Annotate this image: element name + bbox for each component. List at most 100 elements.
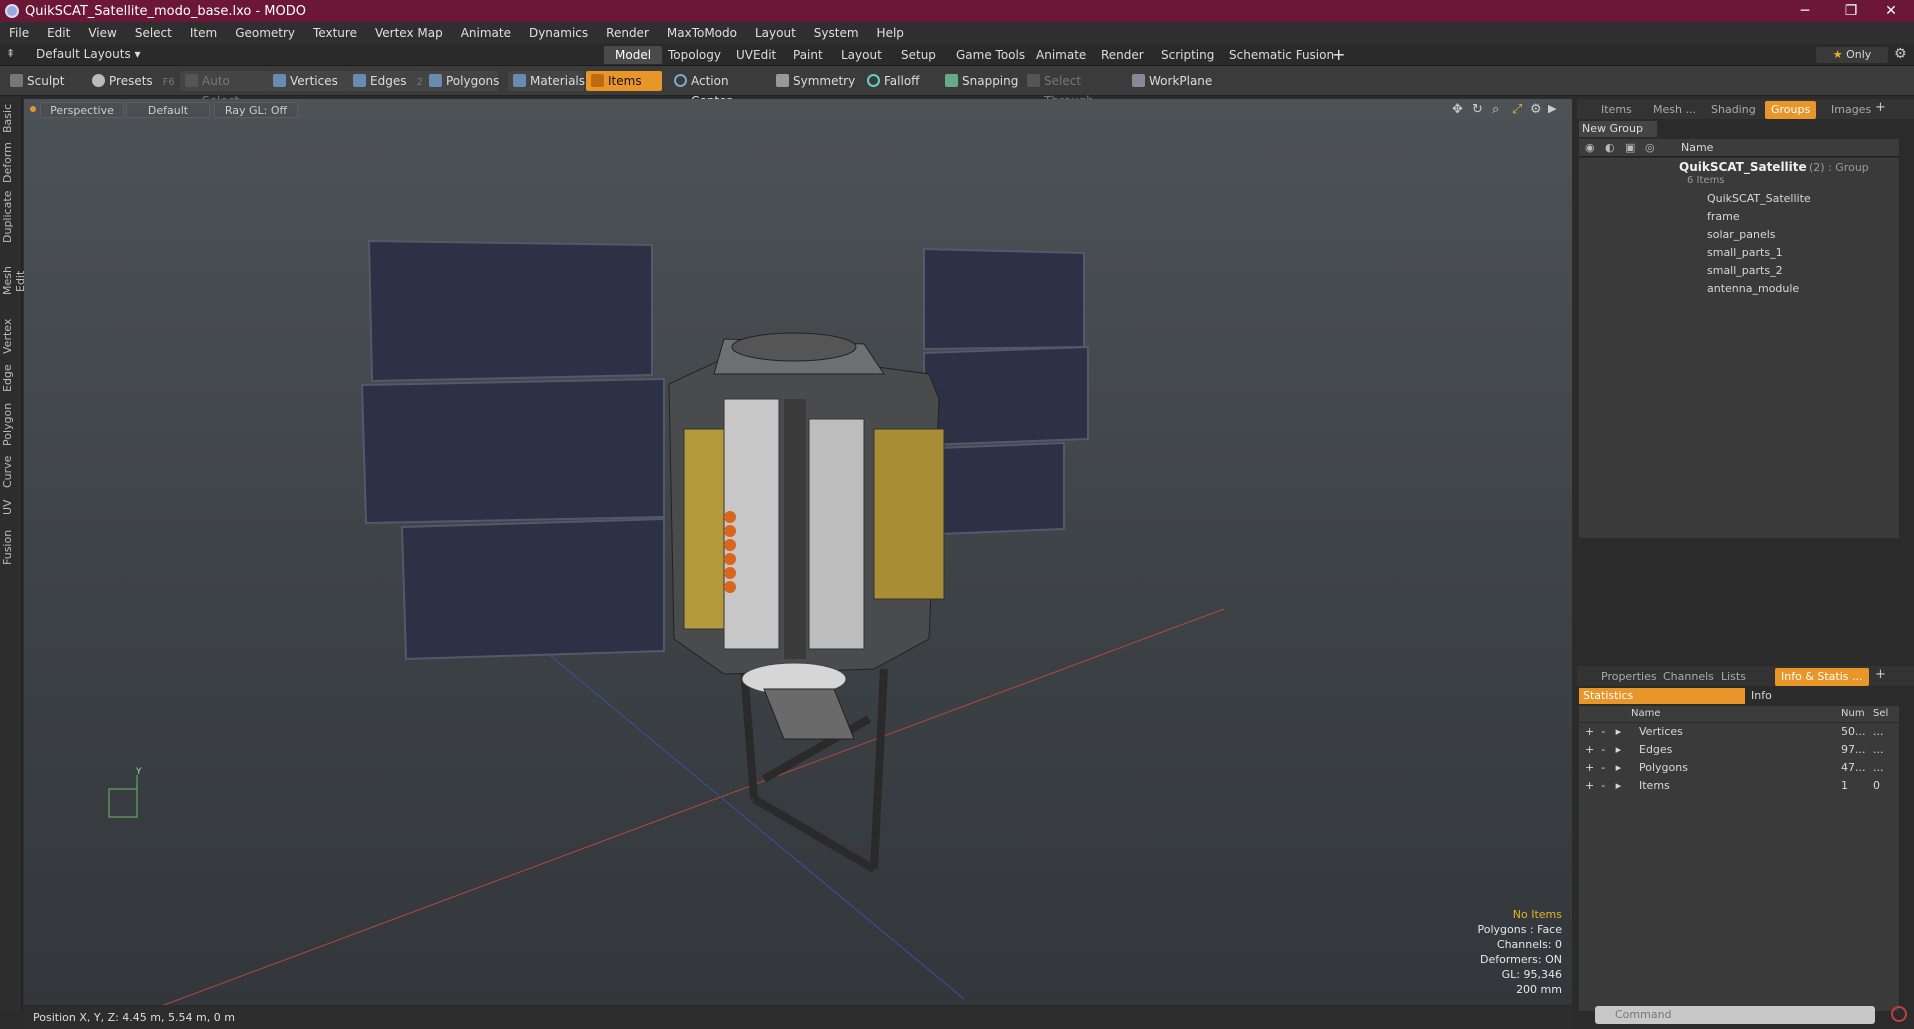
auto-select-button[interactable]: Auto Select — [180, 71, 268, 108]
workplane-button[interactable]: WorkPlane — [1127, 71, 1212, 91]
menu-view[interactable]: View — [79, 26, 125, 40]
eye-icon[interactable]: ◉ — [1585, 141, 1595, 154]
tab-items[interactable]: Items — [1595, 101, 1638, 119]
add-tab-icon[interactable]: + — [1875, 667, 1886, 682]
sculpt-button[interactable]: Sculpt — [5, 71, 87, 91]
groups-header: ◉ ◐ ▣ ◎ Name — [1579, 139, 1899, 157]
menu-geometry[interactable]: Geometry — [226, 26, 304, 40]
menu-edit[interactable]: Edit — [38, 26, 79, 40]
tab-mesh[interactable]: Mesh ... — [1647, 101, 1702, 119]
tab-render[interactable]: Render — [1090, 46, 1155, 64]
only-toggle[interactable]: ★ Only — [1816, 47, 1888, 63]
menu-file[interactable]: File — [0, 26, 38, 40]
table-row[interactable]: + - ▸ Items 1 0 — [1579, 777, 1899, 795]
tab-info-statistics[interactable]: Info & Statis ... — [1775, 668, 1869, 686]
materials-icon — [513, 74, 526, 87]
group-name[interactable]: QuikSCAT_Satellite — [1679, 160, 1807, 174]
tab-scripting[interactable]: Scripting — [1150, 46, 1225, 64]
tab-basic[interactable]: Basic — [1, 103, 21, 133]
menu-help[interactable]: Help — [868, 26, 913, 40]
right-panel: Items Mesh ... Shading Groups Images + N… — [1577, 99, 1914, 1029]
tree-item[interactable]: small_parts_1 — [1579, 244, 1899, 262]
tree-item[interactable]: small_parts_2 — [1579, 262, 1899, 280]
stats-num-header: Num — [1841, 708, 1865, 719]
tab-paint[interactable]: Paint — [782, 46, 834, 64]
tab-setup[interactable]: Setup — [890, 46, 947, 64]
tab-curve[interactable]: Curve — [1, 455, 21, 489]
select-through-icon — [1027, 74, 1040, 87]
polygons-button[interactable]: Polygons — [424, 71, 499, 91]
layout-expand-icon[interactable]: ⇞ — [6, 47, 15, 60]
table-row[interactable]: + - ▸ Polygons 47...... — [1579, 759, 1899, 777]
layout-selector[interactable]: Default Layouts ▾ — [36, 47, 141, 61]
group-type: (2) : Group — [1809, 161, 1869, 174]
menu-vertex-map[interactable]: Vertex Map — [366, 26, 452, 40]
menu-layout[interactable]: Layout — [746, 26, 805, 40]
action-center-button[interactable]: Action Center — [669, 71, 761, 108]
presets-button[interactable]: Presets F6 — [87, 71, 175, 91]
menu-dynamics[interactable]: Dynamics — [520, 26, 597, 40]
tree-item[interactable]: antenna_module — [1579, 280, 1899, 298]
symmetry-icon — [776, 74, 789, 87]
select-through-button[interactable]: Select Through — [1022, 71, 1124, 108]
close-button[interactable]: ✕ — [1868, 0, 1914, 22]
snapping-button[interactable]: Snapping — [940, 71, 1024, 91]
menu-maxtomodo[interactable]: MaxToModo — [658, 26, 746, 40]
edges-button[interactable]: Edges 2 — [348, 71, 424, 91]
tab-properties[interactable]: Properties — [1595, 668, 1663, 686]
tree-item[interactable]: QuikSCAT_Satellite — [1579, 190, 1899, 208]
materials-button[interactable]: Materials — [508, 71, 585, 91]
table-row[interactable]: + - ▸ Edges 97...... — [1579, 741, 1899, 759]
title-bar: QuikSCAT_Satellite_modo_base.lxo - MODO … — [0, 0, 1914, 22]
select-icon[interactable]: ◎ — [1645, 141, 1655, 154]
new-group-button[interactable]: New Group — [1579, 121, 1657, 137]
tab-polygon[interactable]: Polygon — [1, 401, 21, 447]
items-button[interactable]: Items — [586, 71, 662, 91]
tab-edge[interactable]: Edge — [1, 363, 21, 393]
tree-item[interactable]: frame — [1579, 208, 1899, 226]
tab-model[interactable]: Model — [604, 46, 663, 64]
falloff-button[interactable]: Falloff — [862, 71, 936, 91]
render-icon[interactable]: ◐ — [1605, 141, 1615, 154]
menu-system[interactable]: System — [805, 26, 868, 40]
tab-groups[interactable]: Groups — [1765, 101, 1817, 119]
record-icon[interactable] — [1891, 1006, 1907, 1022]
tab-duplicate[interactable]: Duplicate — [1, 191, 21, 243]
menu-select[interactable]: Select — [126, 26, 181, 40]
info-subtab[interactable]: Info — [1747, 688, 1897, 704]
table-row[interactable]: + - ▸ Vertices 50...... — [1579, 723, 1899, 741]
tab-game-tools[interactable]: Game Tools — [945, 46, 1036, 64]
tab-channels[interactable]: Channels — [1657, 668, 1720, 686]
gear-icon[interactable]: ⚙ — [1894, 46, 1907, 62]
menu-item[interactable]: Item — [181, 26, 226, 40]
3d-viewport[interactable]: Perspective Default Ray GL: Off ✥ ↻ ⌕ ⤢ … — [24, 99, 1572, 1005]
tab-vertex[interactable]: Vertex — [1, 317, 21, 355]
tree-item[interactable]: solar_panels — [1579, 226, 1899, 244]
tab-layout[interactable]: Layout — [830, 46, 893, 64]
minimize-button[interactable]: ─ — [1782, 0, 1828, 22]
tab-mesh-edit[interactable]: Mesh Edit — [1, 255, 27, 307]
command-input[interactable]: Command — [1595, 1006, 1875, 1024]
menu-animate[interactable]: Animate — [452, 26, 520, 40]
tab-animate[interactable]: Animate — [1025, 46, 1097, 64]
tab-topology[interactable]: Topology — [657, 46, 732, 64]
add-tab-icon[interactable]: + — [1875, 100, 1886, 115]
statistics-subtab[interactable]: Statistics — [1579, 688, 1745, 704]
tab-uvedit[interactable]: UVEdit — [725, 46, 787, 64]
tab-schematic-fusion[interactable]: Schematic Fusion — [1218, 46, 1345, 64]
tab-deform[interactable]: Deform — [1, 142, 21, 183]
tab-images[interactable]: Images — [1825, 101, 1877, 119]
tab-fusion[interactable]: Fusion — [1, 527, 21, 567]
menu-texture[interactable]: Texture — [304, 26, 366, 40]
menu-render[interactable]: Render — [597, 26, 658, 40]
add-tab-icon[interactable]: + — [1332, 45, 1345, 64]
vertices-button[interactable]: Vertices1 — [268, 71, 354, 91]
status-bar: Position X, Y, Z: 4.45 m, 5.54 m, 0 m — [24, 1007, 1572, 1029]
lock-icon[interactable]: ▣ — [1625, 141, 1635, 154]
channels-text: Channels: 0 — [1496, 938, 1562, 951]
tab-shading[interactable]: Shading — [1705, 101, 1762, 119]
tab-lists[interactable]: Lists — [1715, 668, 1752, 686]
tab-uv[interactable]: UV — [1, 497, 21, 517]
symmetry-button[interactable]: Symmetry — [771, 71, 855, 91]
groups-panel-tabs: Items Mesh ... Shading Groups Images + — [1577, 99, 1914, 119]
